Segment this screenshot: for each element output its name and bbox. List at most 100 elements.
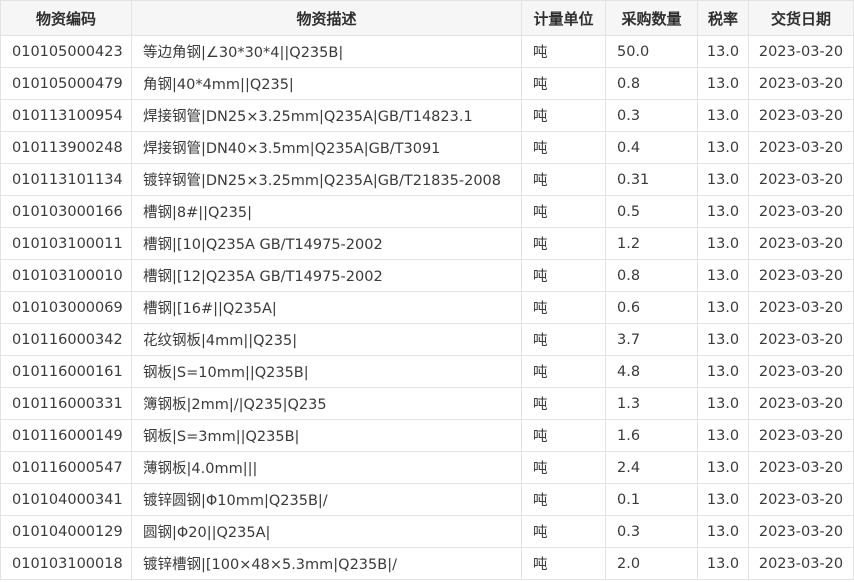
header-tax-rate: 税率 [697,0,749,36]
cell-delivery-date: 2023-03-20 [748,323,854,356]
cell-unit: 吨 [521,131,606,164]
cell-material-description: 槽钢|8#||Q235| [131,195,522,228]
cell-unit: 吨 [521,35,606,68]
cell-material-code: 010105000479 [0,67,132,100]
table-row: 010103100018 镀锌槽钢|[100×48×5.3mm|Q235B|/吨 2… [0,547,854,580]
cell-material-description: 镀锌钢管|DN25×3.25mm|Q235A|GB/T21835-2008 [131,163,522,196]
cell-delivery-date: 2023-03-20 [748,515,854,548]
cell-material-description: 花纹钢板|4mm||Q235| [131,323,522,356]
cell-quantity: 50.0 [605,35,698,68]
cell-delivery-date: 2023-03-20 [748,291,854,324]
cell-material-description: 簿钢板|2mm|/|Q235|Q235 [131,387,522,420]
cell-tax-rate: 13.0 [697,35,749,68]
cell-delivery-date: 2023-03-20 [748,227,854,260]
cell-material-code: 010104000341 [0,483,132,516]
cell-unit: 吨 [521,163,606,196]
cell-quantity: 1.6 [605,419,698,452]
header-material-description: 物资描述 [131,0,522,36]
table-row: 010103000069 槽钢|[16#||Q235A| 吨 0.6 13.0 2023-… [0,291,854,324]
cell-quantity: 0.8 [605,67,698,100]
cell-material-code: 010116000547 [0,451,132,484]
cell-unit: 吨 [521,227,606,260]
cell-unit: 吨 [521,451,606,484]
cell-material-code: 010103100011 [0,227,132,260]
cell-quantity: 0.31 [605,163,698,196]
cell-delivery-date: 2023-03-20 [748,419,854,452]
cell-unit: 吨 [521,99,606,132]
cell-material-description: 钢板|S=10mm||Q235B| [131,355,522,388]
cell-quantity: 2.4 [605,451,698,484]
cell-delivery-date: 2023-03-20 [748,355,854,388]
cell-material-description: 薄钢板|4.0mm||| [131,451,522,484]
cell-material-description: 槽钢|[12|Q235A GB/T14975-2002 [131,259,522,292]
cell-quantity: 4.8 [605,355,698,388]
table-row: 010116000342 花纹钢板|4mm||Q235| 吨 3.7 13.0 2023-… [0,323,854,356]
cell-material-code: 010116000331 [0,387,132,420]
cell-unit: 吨 [521,387,606,420]
cell-quantity: 1.3 [605,387,698,420]
cell-delivery-date: 2023-03-20 [748,35,854,68]
cell-quantity: 0.3 [605,515,698,548]
cell-material-description: 圆钢|Φ20||Q235A| [131,515,522,548]
cell-unit: 吨 [521,483,606,516]
cell-delivery-date: 2023-03-20 [748,99,854,132]
cell-unit: 吨 [521,195,606,228]
cell-tax-rate: 13.0 [697,419,749,452]
cell-tax-rate: 13.0 [697,483,749,516]
materials-table: 物资编码 物资描述 计量单位 采购数量 税率 交货日期 010105000423… [0,0,854,580]
cell-quantity: 0.6 [605,291,698,324]
cell-quantity: 0.4 [605,131,698,164]
cell-material-code: 010113100954 [0,99,132,132]
table-header-row: 物资编码 物资描述 计量单位 采购数量 税率 交货日期 [0,0,854,36]
cell-unit: 吨 [521,515,606,548]
cell-tax-rate: 13.0 [697,195,749,228]
table-row: 010104000129 圆钢|Φ20||Q235A| 吨 0.3 13.0 2023-0… [0,515,854,548]
table-row: 010116000547 薄钢板|4.0mm||| 吨 2.4 13.0 2023-03-… [0,451,854,484]
cell-tax-rate: 13.0 [697,259,749,292]
cell-unit: 吨 [521,323,606,356]
header-delivery-date: 交货日期 [748,0,854,36]
header-quantity: 采购数量 [605,0,698,36]
cell-material-code: 010103000166 [0,195,132,228]
cell-material-description: 钢板|S=3mm||Q235B| [131,419,522,452]
cell-material-description: 镀锌槽钢|[100×48×5.3mm|Q235B|/ [131,547,522,580]
table-body: 010105000423 等边角钢|∠30*30*4||Q235B| 吨 50.0 13… [0,35,854,580]
cell-material-code: 010116000149 [0,419,132,452]
cell-delivery-date: 2023-03-20 [748,163,854,196]
cell-material-code: 010103100010 [0,259,132,292]
table-row: 010116000161 钢板|S=10mm||Q235B| 吨 4.8 13.0 202… [0,355,854,388]
table-row: 010113100954 焊接钢管|DN25×3.25mm|Q235A|GB/T1… [0,99,854,132]
cell-quantity: 0.5 [605,195,698,228]
cell-material-description: 镀锌圆钢|Φ10mm|Q235B|/ [131,483,522,516]
cell-tax-rate: 13.0 [697,515,749,548]
cell-quantity: 3.7 [605,323,698,356]
table-row: 010113101134 镀锌钢管|DN25×3.25mm|Q235A|GB/T2… [0,163,854,196]
cell-tax-rate: 13.0 [697,99,749,132]
cell-material-code: 010116000161 [0,355,132,388]
table-row: 010113900248 焊接钢管|DN40×3.5mm|Q235A|GB/T30… [0,131,854,164]
cell-quantity: 0.8 [605,259,698,292]
cell-delivery-date: 2023-03-20 [748,67,854,100]
cell-tax-rate: 13.0 [697,131,749,164]
cell-delivery-date: 2023-03-20 [748,195,854,228]
cell-delivery-date: 2023-03-20 [748,259,854,292]
cell-delivery-date: 2023-03-20 [748,131,854,164]
cell-tax-rate: 13.0 [697,163,749,196]
table-row: 010116000331 簿钢板|2mm|/|Q235|Q235 吨 1.3 13.0 2… [0,387,854,420]
header-unit: 计量单位 [521,0,606,36]
cell-unit: 吨 [521,259,606,292]
cell-quantity: 0.3 [605,99,698,132]
cell-delivery-date: 2023-03-20 [748,451,854,484]
cell-quantity: 1.2 [605,227,698,260]
cell-material-code: 010113900248 [0,131,132,164]
table-row: 010103000166 槽钢|8#||Q235| 吨 0.5 13.0 2023-03-… [0,195,854,228]
table-row: 010103100010 槽钢|[12|Q235A GB/T14975-2002 吨… [0,259,854,292]
cell-material-description: 焊接钢管|DN40×3.5mm|Q235A|GB/T3091 [131,131,522,164]
cell-material-description: 焊接钢管|DN25×3.25mm|Q235A|GB/T14823.1 [131,99,522,132]
cell-tax-rate: 13.0 [697,547,749,580]
cell-delivery-date: 2023-03-20 [748,483,854,516]
cell-tax-rate: 13.0 [697,291,749,324]
cell-quantity: 0.1 [605,483,698,516]
cell-unit: 吨 [521,291,606,324]
cell-delivery-date: 2023-03-20 [748,387,854,420]
